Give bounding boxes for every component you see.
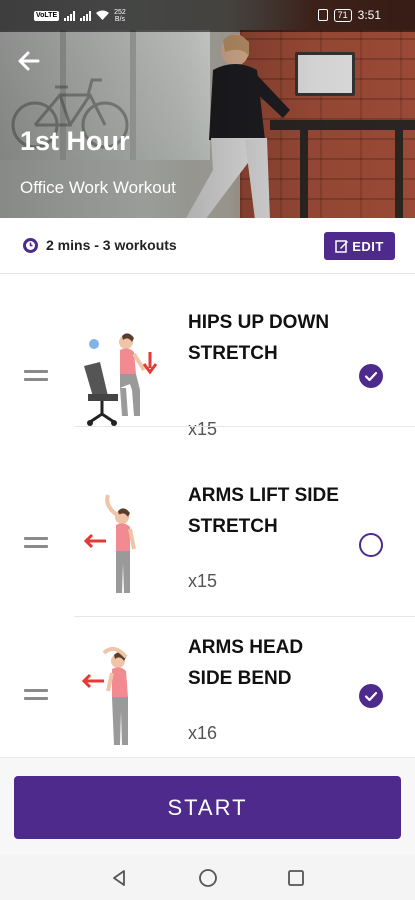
exercise-name: ARMS LIFT SIDE STRETCH — [188, 485, 339, 537]
drag-handle-icon[interactable] — [24, 537, 48, 551]
page-title: 1st Hour — [20, 126, 130, 156]
workout-info-row: 2 mins - 3 workouts EDIT — [0, 218, 415, 274]
arrow-left-icon — [18, 51, 40, 71]
exercise-reps: x15 — [188, 419, 218, 439]
checkbox-unchecked[interactable] — [359, 533, 383, 557]
timer-icon — [23, 238, 38, 253]
exercise-illustration-arms-head — [81, 646, 128, 745]
wifi-icon — [96, 10, 110, 22]
exercise-item[interactable]: HIPS UP DOWN STRETCH x15 — [0, 275, 415, 439]
vibrate-icon — [317, 9, 328, 21]
exercise-reps: x16 — [188, 723, 218, 743]
edit-label: EDIT — [352, 238, 384, 254]
signal-icon-2 — [80, 11, 92, 21]
drag-handle-icon[interactable] — [24, 370, 48, 384]
workout-duration: 2 mins - 3 workouts — [46, 237, 177, 253]
page-subtitle: Office Work Workout — [20, 178, 176, 197]
start-button[interactable]: START — [14, 776, 401, 839]
checkbox-checked[interactable] — [359, 684, 383, 708]
checkmark-icon — [364, 691, 378, 702]
edit-button[interactable]: EDIT — [324, 232, 395, 260]
nav-back-icon[interactable] — [108, 867, 130, 889]
exercise-name: ARMS HEAD SIDE BEND — [188, 637, 304, 689]
edit-icon — [335, 240, 349, 253]
volte-badge: VoLTE — [34, 11, 60, 21]
network-speed: 252 B/s — [114, 9, 126, 23]
exercise-reps: x15 — [188, 571, 218, 591]
exercise-item[interactable]: ARMS HEAD SIDE BEND x16 — [0, 617, 415, 769]
exercise-illustration-arms-lift — [83, 494, 136, 593]
speed-unit: B/s — [114, 16, 126, 23]
drag-handle-icon[interactable] — [24, 689, 48, 703]
checkbox-checked[interactable] — [359, 364, 383, 388]
exercise-illustration-hips — [84, 333, 158, 426]
status-bar: VoLTE 252 B/s 71 3:51 — [0, 0, 415, 32]
signal-icon — [64, 11, 76, 21]
back-button[interactable] — [14, 46, 44, 76]
clock-time: 3:51 — [357, 8, 381, 22]
nav-recents-icon[interactable] — [285, 867, 307, 889]
nav-home-icon[interactable] — [197, 867, 219, 889]
exercise-name: HIPS UP DOWN STRETCH — [188, 312, 330, 364]
exercise-item[interactable]: ARMS LIFT SIDE STRETCH x15 — [0, 465, 415, 617]
battery-icon: 71 — [333, 8, 352, 22]
checkmark-icon — [364, 371, 378, 382]
system-nav-bar — [0, 855, 415, 900]
speed-value: 252 — [114, 9, 126, 16]
